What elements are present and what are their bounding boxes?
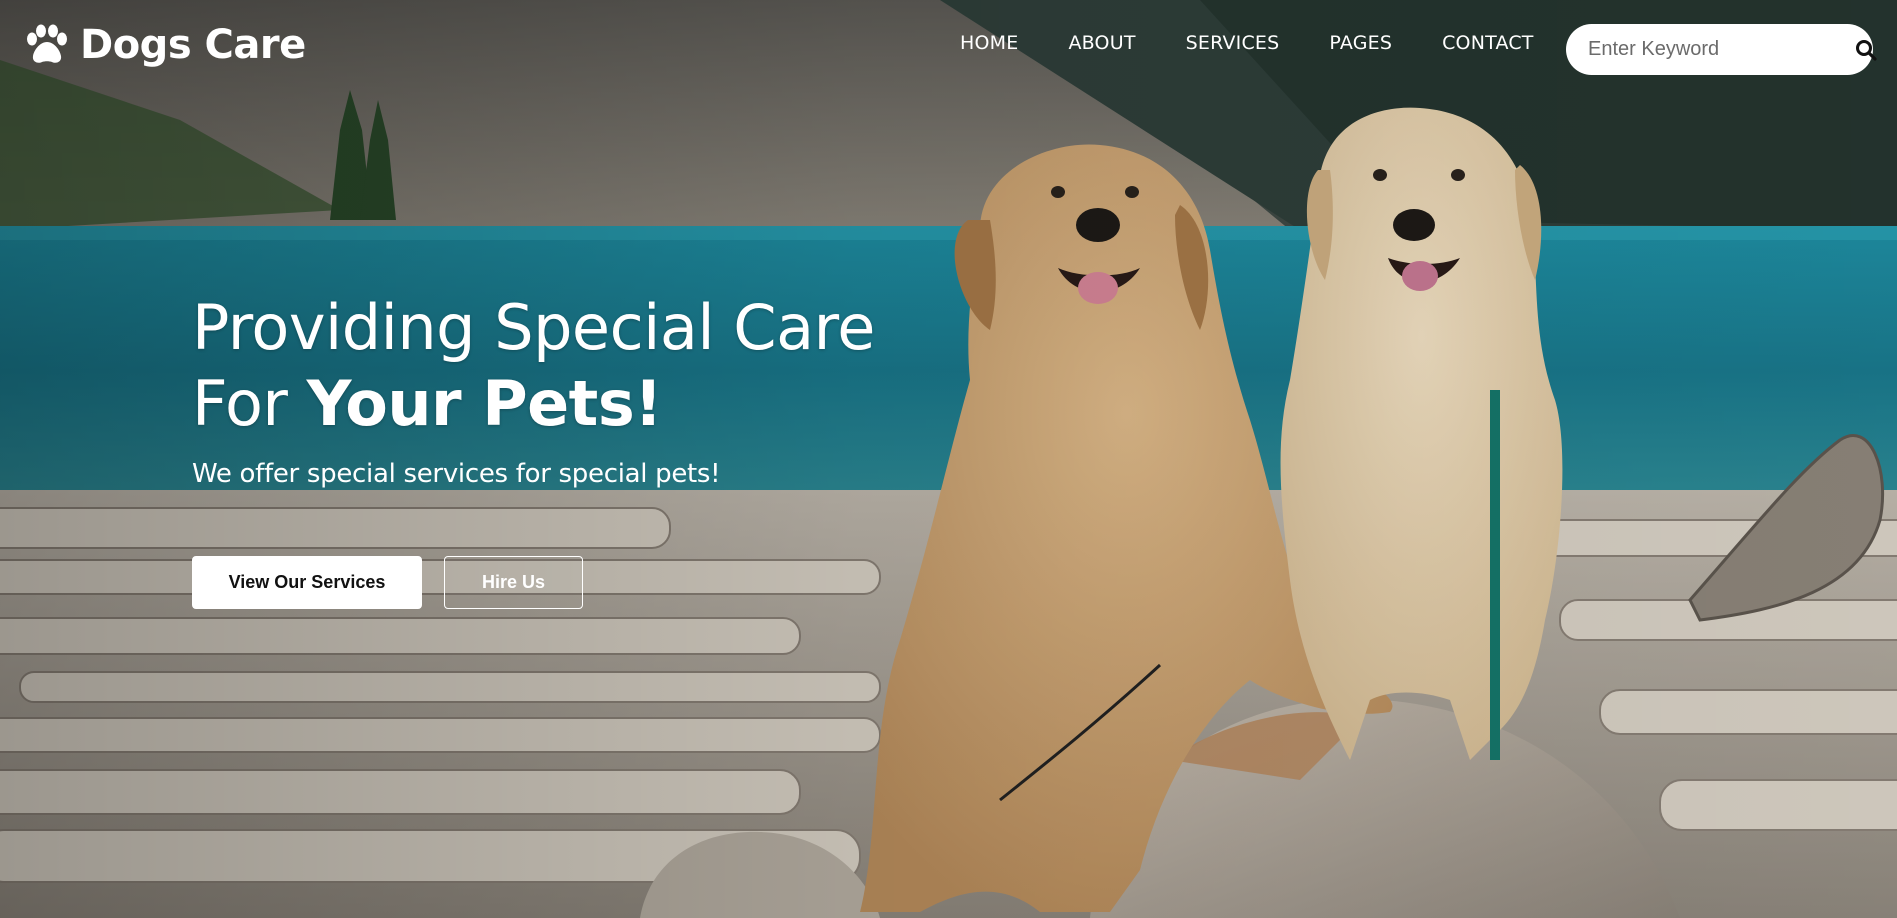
- hero-headline-prefix: For: [192, 367, 288, 440]
- nav-item-contact[interactable]: CONTACT: [1442, 32, 1534, 54]
- brand-name: Dogs Care: [80, 22, 306, 68]
- hero-subtitle: We offer special services for special pe…: [192, 459, 721, 489]
- view-services-button[interactable]: View Our Services: [192, 556, 422, 609]
- hire-us-button[interactable]: Hire Us: [444, 556, 583, 609]
- hero-headline-line1: Providing Special Care: [192, 291, 875, 364]
- hero-headline-emphasis: Your Pets!: [306, 367, 663, 440]
- nav-item-about[interactable]: ABOUT: [1068, 32, 1135, 54]
- search-icon[interactable]: [1855, 37, 1877, 63]
- search-box: [1566, 24, 1877, 75]
- paw-icon: [24, 22, 70, 68]
- nav-item-home[interactable]: HOME: [960, 32, 1018, 54]
- brand-logo[interactable]: Dogs Care: [24, 22, 306, 68]
- hero-headline-line2: For Your Pets!: [192, 366, 875, 442]
- main-nav: HOME ABOUT SERVICES PAGES CONTACT: [960, 32, 1534, 54]
- nav-item-pages[interactable]: PAGES: [1329, 32, 1392, 54]
- search-input[interactable]: [1586, 37, 1855, 62]
- hero-headline: Providing Special Care For Your Pets!: [192, 290, 875, 442]
- hero-section: Dogs Care HOME ABOUT SERVICES PAGES CONT…: [0, 0, 1897, 918]
- nav-item-services[interactable]: SERVICES: [1186, 32, 1280, 54]
